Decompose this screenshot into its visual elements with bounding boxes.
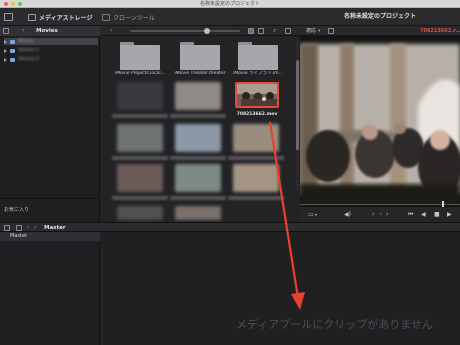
sidebar-item-label: Movies	[18, 39, 34, 44]
clip-thumbnail[interactable]	[117, 124, 163, 152]
main-toolbar: メディアストレージ クローンツール 名称未設定のプロジェクト	[0, 8, 460, 26]
blurred-caption	[170, 156, 226, 160]
clip-thumbnail[interactable]	[175, 124, 221, 152]
disclosure-triangle-icon[interactable]	[4, 48, 7, 53]
back-arrow-icon[interactable]: ‹	[22, 27, 24, 35]
forward-arrow-icon[interactable]: ›	[110, 27, 112, 35]
blurred-caption	[170, 114, 226, 118]
clone-tool-label: クローンツール	[113, 14, 155, 22]
blurred-caption	[170, 196, 226, 200]
bin-list	[0, 232, 100, 345]
folder-imovie-projects[interactable]	[120, 42, 160, 70]
viewer-zoom-mode[interactable]: 適応	[306, 26, 316, 36]
folder-imovie-theater[interactable]	[180, 42, 220, 70]
folder-caption: iMovie Theater.theater	[174, 71, 226, 76]
empty-media-pool-message: メディアプールにクリップがありません	[236, 318, 433, 331]
current-folder-label: Movies	[36, 28, 58, 34]
viewer-options-icon[interactable]	[328, 28, 334, 34]
selected-clip-caption: 708213662.mov	[236, 112, 278, 117]
divider	[0, 198, 100, 199]
folder-header: ‹ Movies	[0, 26, 100, 36]
bin-list-toggle-icon[interactable]	[4, 225, 10, 231]
media-storage-label: メディアストレージ	[39, 14, 93, 22]
favorites-heading: お気に入り	[4, 207, 30, 213]
forward-arrow-icon[interactable]: ›	[34, 224, 36, 232]
list-view-icon[interactable]	[258, 28, 264, 34]
volume-icon[interactable]: ◀)	[344, 211, 351, 219]
stop-icon[interactable]: ■	[434, 211, 440, 219]
sort-icon[interactable]	[285, 28, 291, 34]
clip-thumbnail[interactable]	[175, 82, 221, 110]
browser-header-bar: ‹ Movies › ⌕ 適応 ▾ 708213662.r…	[0, 26, 460, 36]
drive-icon	[10, 48, 15, 53]
sidebar-item-volume-1[interactable]: Volume 1	[4, 47, 98, 54]
blurred-caption	[112, 156, 168, 160]
next-frame-icon[interactable]: ›	[386, 211, 388, 219]
panel-toggle-button[interactable]	[4, 11, 13, 23]
media-storage-icon	[28, 13, 36, 21]
playhead-track[interactable]	[300, 204, 460, 205]
play-icon[interactable]: ▶	[447, 211, 452, 219]
clip-thumbnail[interactable]	[175, 206, 221, 220]
blurred-caption	[112, 196, 168, 200]
panel-toggle-icon	[4, 13, 13, 21]
clip-thumbnail[interactable]	[117, 164, 163, 192]
drive-icon	[10, 57, 15, 62]
clip-thumbnail[interactable]	[117, 82, 163, 110]
clone-tool-button[interactable]: クローンツール	[102, 11, 155, 23]
media-pool-header: ‹ › Master	[0, 222, 460, 232]
clip-viewer	[300, 36, 460, 206]
selected-clip-thumbnail[interactable]	[235, 82, 279, 108]
bin-view-icon[interactable]	[16, 225, 22, 231]
display-mode-icon[interactable]: ▭	[308, 211, 314, 219]
folder-caption: iMovie Projects.local...	[115, 71, 165, 76]
previous-frame-icon[interactable]: ‹	[372, 211, 374, 219]
grid-view-icon[interactable]	[248, 28, 254, 34]
clip-thumbnail[interactable]	[175, 164, 221, 192]
sidebar-item-movies[interactable]: Movies	[4, 38, 98, 45]
clip-thumbnail[interactable]	[233, 164, 279, 192]
sidebar-item-label: Volume 1	[18, 48, 40, 53]
clip-thumbnail[interactable]	[233, 124, 279, 152]
media-storage-button[interactable]: メディアストレージ	[28, 11, 92, 23]
blurred-caption	[112, 114, 168, 118]
blurred-caption	[228, 156, 284, 160]
chevron-down-icon[interactable]: ▾	[318, 27, 321, 35]
disclosure-triangle-icon[interactable]	[4, 57, 7, 62]
clip-name-readout: 708213662.r…	[420, 28, 460, 34]
window-title-bar: 名称未設定のプロジェクト	[0, 0, 460, 8]
folder-caption: iMovie ライブラリ.im...	[233, 71, 283, 76]
blurred-caption	[228, 196, 284, 200]
clip-thumbnail[interactable]	[117, 206, 163, 220]
drive-icon	[10, 39, 15, 44]
folder-imovie-library[interactable]	[238, 42, 278, 70]
jump-to-start-icon[interactable]: ⏮	[408, 211, 413, 219]
sidebar-item-label: Volume 2	[18, 57, 40, 62]
viewer-frame-image	[300, 36, 460, 206]
media-browser-grid: iMovie Projects.local... iMovie Theater.…	[100, 36, 300, 222]
clone-tool-icon	[102, 13, 110, 21]
search-icon[interactable]: ⌕	[273, 27, 276, 35]
media-storage-sidebar: Movies Volume 1 Volume 2 お気に入り	[0, 36, 100, 222]
project-title: 名称未設定のプロジェクト	[343, 13, 416, 20]
viewer-transport-bar: ▭ ▾ ◀) ‹ ◦ › ⏮ ◀ ■ ▶	[300, 201, 460, 222]
play-reverse-icon[interactable]: ◀	[421, 211, 426, 219]
thumbnail-size-slider[interactable]	[130, 30, 240, 32]
chevron-down-icon[interactable]: ▾	[315, 211, 317, 219]
back-arrow-icon[interactable]: ‹	[27, 224, 29, 232]
grid-scroll-thumb[interactable]	[296, 60, 299, 150]
slider-handle[interactable]	[204, 28, 210, 34]
playhead[interactable]	[442, 201, 444, 207]
sidebar-item-volume-2[interactable]: Volume 2	[4, 56, 98, 63]
clip-preview-image	[237, 84, 277, 106]
window-title: 名称未設定のプロジェクト	[199, 1, 260, 7]
bin-item-label: Master	[10, 233, 28, 239]
disclosure-triangle-icon[interactable]	[4, 39, 7, 44]
loop-icon[interactable]: ◦	[379, 211, 383, 219]
sidebar-toggle-icon[interactable]	[3, 28, 9, 34]
